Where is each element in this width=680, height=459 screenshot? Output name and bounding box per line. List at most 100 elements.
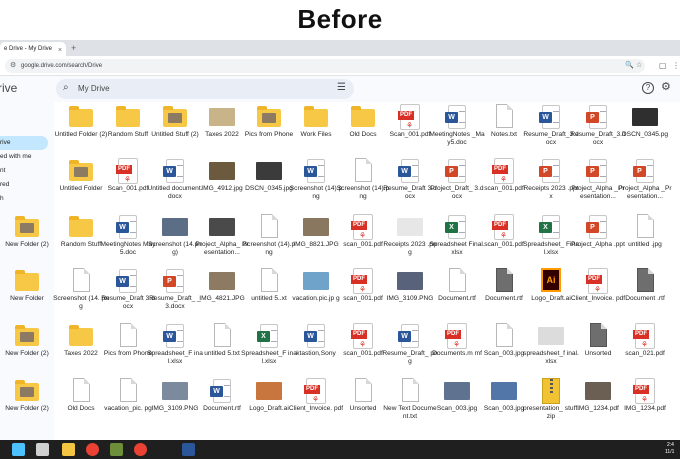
file-tile[interactable]: Taxes 2022 (197, 104, 247, 159)
file-tile[interactable]: P Resume_Draft_3.docx (570, 104, 626, 159)
file-tile[interactable]: Unsorted (338, 378, 388, 433)
file-tile[interactable]: Pics from Phone (244, 104, 294, 159)
site-settings-icon[interactable]: ⚙ (10, 59, 16, 73)
file-tile[interactable]: vacation_pic. pg (103, 378, 153, 433)
file-tile[interactable]: Random Stuff (103, 104, 153, 159)
file-tile[interactable]: P Resume_Draft_ _3.docx (149, 268, 201, 323)
tab-close-icon[interactable]: × (58, 44, 62, 56)
browser-menu-icon[interactable]: ⋮ (672, 59, 680, 73)
file-tile[interactable]: W Document.rtf (197, 378, 247, 433)
file-tile[interactable]: P Project_Alpha _Presentation... (571, 158, 625, 213)
file-tile[interactable]: untitled 5.txt (197, 323, 247, 378)
file-tile[interactable]: W Resume_Draft_ png (382, 323, 438, 378)
file-tile[interactable]: untitled .jpg (620, 214, 670, 269)
file-tile[interactable]: W Resume_Draft 3.docx (383, 158, 437, 213)
tab-my-drive[interactable]: e Drive - My Drive × (0, 42, 66, 56)
file-tile[interactable]: Old Docs (338, 104, 388, 159)
chrome-icon[interactable] (134, 443, 147, 456)
file-tile[interactable]: PDF ⚘ IMG_1234.pdf (620, 378, 670, 433)
search-icon[interactable]: ⌕ (63, 82, 69, 93)
app-icon[interactable] (110, 443, 123, 456)
file-tile[interactable]: Scan_003.jpg (479, 323, 529, 378)
file-tile[interactable]: P Project_Alpha .ppt (571, 214, 625, 269)
file-tile[interactable]: Screenshot (14.png) (148, 214, 202, 269)
file-tile[interactable]: PDF ⚘ scan_001.pdf (338, 214, 388, 269)
extensions-icon[interactable]: ▢ (659, 59, 667, 73)
gear-icon[interactable]: ⚙ (661, 80, 671, 93)
file-tile[interactable]: PDF ⚘ Client_Invoice. pdf (571, 268, 625, 323)
file-tile[interactable]: W Resume_Draft 3.docx (101, 268, 155, 323)
file-tile[interactable]: PDF ⚘ Scan_001.pdf (103, 158, 153, 213)
file-tile[interactable]: W Screenshot (14).png (290, 158, 342, 213)
file-tile[interactable]: X Spreadsheet_ Final.xlsx (523, 214, 579, 269)
help-icon[interactable]: ? (642, 82, 654, 94)
file-tile[interactable]: DSCN_0345.jpg (244, 158, 294, 213)
windows-icon[interactable] (12, 443, 25, 456)
file-tile[interactable]: Ai Logo_Draft.ai (526, 268, 576, 323)
file-tile[interactable]: Wktastion,Sony (291, 323, 341, 378)
file-tile[interactable]: Receipts 2023 .png (383, 214, 437, 269)
file-tile[interactable]: Screenshot (14).png (337, 158, 389, 213)
file-tile[interactable]: spreadsheet_f inal.xlsx (523, 323, 579, 378)
zoom-icon[interactable]: 🔍 (625, 59, 634, 73)
file-tile[interactable]: Untitled Folder (2) (55, 104, 107, 159)
word-icon[interactable] (182, 443, 195, 456)
file-tile[interactable]: P Project_Draft_ 3.docx (430, 158, 484, 213)
search-icon[interactable] (36, 443, 49, 456)
file-tile[interactable]: Notes.txt (479, 104, 529, 159)
drive-search-input[interactable]: ⌕ My Drive ☰ (56, 79, 354, 99)
file-tile[interactable]: New Text Document.txt (383, 378, 437, 433)
file-tile[interactable]: X Spreadsheet Final.xlsx (429, 214, 485, 269)
url-input[interactable]: ⚙ google.drive.com/search/Drive 🔍 ☆ (5, 59, 645, 73)
file-tile[interactable]: P Receipts 2023 .pptx (524, 158, 579, 213)
file-tile[interactable]: Old Docs (56, 378, 106, 433)
file-tile[interactable]: vacation.pic.jp g (291, 268, 341, 323)
file-tile[interactable]: IMG_1234.pdf (573, 378, 623, 433)
search-options-icon[interactable]: ☰ (337, 82, 346, 93)
file-tile[interactable]: PDF ⚘ Client_Invoice. pdf (289, 378, 343, 433)
file-tile[interactable]: W Resume_Draft_3.docx (523, 104, 579, 159)
file-tile[interactable]: New Folder (2) (2, 378, 52, 433)
file-tile[interactable]: Scan_003.jpg (432, 378, 482, 433)
file-tile[interactable]: W MeetingNotes May5.doc (101, 214, 155, 269)
file-tile[interactable]: PDF ⚘ scan_001.pdf (338, 323, 388, 378)
file-explorer-icon[interactable] (62, 443, 75, 456)
file-tile[interactable]: W Spreadsheet_F inal.xlsx (147, 323, 203, 378)
file-tile[interactable]: PDF ⚘ scan_001.pdf (479, 158, 529, 213)
file-tile[interactable]: Document.rtf (479, 268, 529, 323)
file-tile[interactable]: Scan_003.jpg (479, 378, 529, 433)
file-tile[interactable]: Document .rtf (620, 268, 670, 323)
file-tile[interactable]: IMG_3109.PNG (150, 378, 200, 433)
file-tile[interactable]: Random Stuff (56, 214, 106, 269)
file-tile[interactable]: Screenshot (14).png (243, 214, 295, 269)
file-tile[interactable]: X Spreadsheet_F inal.xlsx (241, 323, 297, 378)
file-tile[interactable]: IMG_3109.PNG (385, 268, 435, 323)
file-tile[interactable]: PDF ⚘ Documents.m mf (432, 323, 482, 378)
file-tile[interactable]: Untitled Stuff (2) (150, 104, 200, 159)
new-tab-button[interactable]: + (71, 41, 76, 55)
file-tile[interactable]: PDF ⚘ scan_021.pdf (620, 323, 670, 378)
bookmark-star-icon[interactable]: ☆ (636, 59, 642, 73)
file-tile[interactable]: PDF ⚘ Scan_001.pdf (385, 104, 435, 159)
file-tile[interactable]: DSCN_0345.pg (620, 104, 670, 159)
file-tile[interactable]: IMG_4821.JPG (197, 268, 247, 323)
file-tile[interactable]: Document.rtf (432, 268, 482, 323)
file-tile[interactable]: IMG_8821.JPG (291, 214, 341, 269)
file-tile[interactable]: P Project_Alpha _Presentation... (618, 158, 672, 213)
file-tile[interactable]: Logo_Draft.ai (244, 378, 294, 433)
chrome-icon[interactable] (86, 443, 99, 456)
file-tile[interactable]: New Folder (2, 268, 52, 323)
file-tile[interactable]: Project_Alpha_ Presentation... (195, 214, 249, 269)
file-tile[interactable]: W MeetingNotes _May5.doc (429, 104, 485, 159)
file-tile[interactable]: presentation_ stuff.zip (523, 378, 579, 433)
drive-brand[interactable]: rive (0, 81, 17, 95)
file-tile[interactable]: Screenshot (14. png (53, 268, 109, 323)
file-tile[interactable]: Work Files (291, 104, 341, 159)
file-tile[interactable]: Unsorted (573, 323, 623, 378)
file-tile[interactable]: W Untitled document.docx (148, 158, 202, 213)
file-tile[interactable]: Untitled Folder (56, 158, 106, 213)
file-tile[interactable]: untitled 5..xt (244, 268, 294, 323)
file-tile[interactable]: New Folder (2) (2, 323, 52, 378)
file-tile[interactable]: PDF ⚘ scan_001.pdf (338, 268, 388, 323)
file-tile[interactable]: IMG_4912.jpg (197, 158, 247, 213)
